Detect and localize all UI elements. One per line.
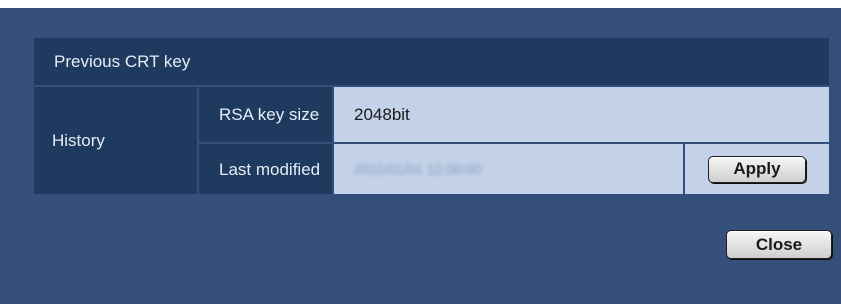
apply-button[interactable]: Apply [708,155,806,183]
close-button[interactable]: Close [726,230,832,259]
rsa-key-size-value: 2048bit [334,87,829,142]
last-modified-value-cell: 2011/01/01 12:00:00 [334,144,683,194]
history-label: History [34,87,197,194]
previous-crt-key-section: Previous CRT key History RSA key size 20… [34,38,829,194]
last-modified-label: Last modified [199,144,332,194]
previous-crt-key-dialog: Previous CRT key History RSA key size 20… [0,8,841,304]
rsa-key-size-label: RSA key size [199,87,332,142]
section-title: Previous CRT key [34,38,829,85]
last-modified-value: 2011/01/01 12:00:00 [354,161,482,177]
apply-cell: Apply [685,144,829,194]
